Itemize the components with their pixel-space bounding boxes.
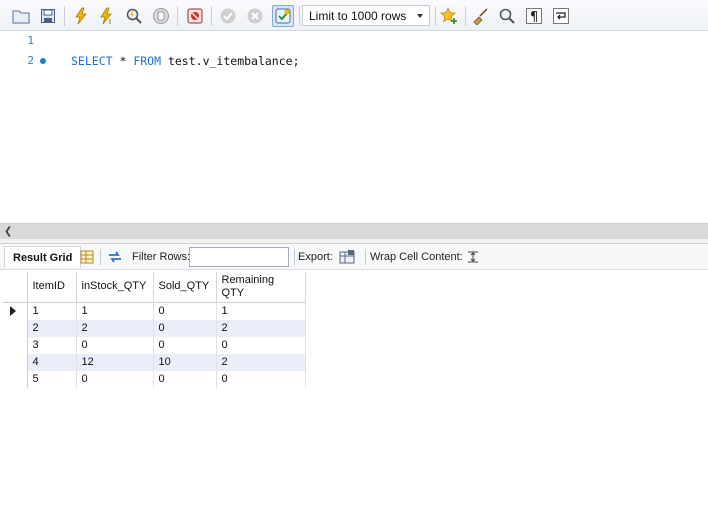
cell[interactable]: 0	[76, 370, 154, 388]
add-snippet-star-icon[interactable]	[438, 5, 460, 27]
result-grid: ItemID inStock_QTY Sold_QTY Remaining QT…	[0, 270, 708, 523]
export-icon[interactable]	[338, 248, 356, 266]
row-header[interactable]	[3, 370, 28, 388]
table-row[interactable]: 5 0 0 0	[3, 370, 306, 388]
word-wrap-icon[interactable]	[550, 5, 572, 27]
stop-on-error-icon[interactable]	[184, 5, 206, 27]
beautify-broom-icon[interactable]	[469, 5, 491, 27]
column-header-remaining-qty[interactable]: Remaining QTY	[216, 272, 306, 303]
rollback-cancel-icon[interactable]	[244, 5, 266, 27]
cell[interactable]: 0	[216, 336, 306, 354]
line-number: 2	[27, 54, 34, 67]
code-text: test.v_itembalance;	[161, 54, 300, 68]
header-row: ItemID inStock_QTY Sold_QTY Remaining QT…	[3, 272, 306, 303]
cell[interactable]: 4	[27, 353, 77, 371]
cell[interactable]: 3	[27, 336, 77, 354]
cell[interactable]: 2	[76, 319, 154, 337]
tab-result-grid[interactable]: Result Grid	[4, 246, 82, 268]
cell[interactable]: 1	[216, 302, 306, 320]
row-header[interactable]	[3, 302, 28, 320]
result-toolbar: Result Grid Filter Rows: Export: Wrap Ce…	[0, 244, 708, 270]
sql-statement[interactable]: SELECT * FROM test.v_itembalance;	[71, 54, 300, 68]
query-toolbar: I Limit to 1000 rows ¶	[0, 0, 708, 31]
row-header[interactable]	[3, 319, 28, 337]
table-row[interactable]: 4 12 10 2	[3, 353, 306, 371]
column-header-sold-qty[interactable]: Sold_QTY	[153, 272, 217, 303]
filter-rows-input[interactable]	[189, 247, 289, 267]
keyword-from: FROM	[133, 54, 162, 68]
explain-magnifier-icon[interactable]	[123, 5, 145, 27]
limit-rows-label: Limit to 1000 rows	[309, 9, 407, 23]
filter-rows-label: Filter Rows:	[132, 251, 191, 263]
scroll-left-icon[interactable]: ❮	[4, 227, 12, 237]
cell[interactable]: 0	[153, 302, 217, 320]
cell[interactable]: 2	[27, 319, 77, 337]
autocommit-toggle-icon[interactable]	[272, 5, 294, 27]
sql-editor[interactable]: 1 2 SELECT * FROM test.v_itembalance;	[0, 31, 708, 223]
refresh-arrows-icon[interactable]	[106, 248, 124, 266]
open-folder-icon[interactable]	[10, 5, 32, 27]
limit-rows-select[interactable]: Limit to 1000 rows	[302, 5, 430, 26]
cell[interactable]: 0	[216, 370, 306, 388]
column-header-itemid[interactable]: ItemID	[27, 272, 77, 303]
cell[interactable]: 1	[27, 302, 77, 320]
table-row[interactable]: 3 0 0 0	[3, 336, 306, 354]
table-row[interactable]: 1 1 0 1	[3, 302, 306, 320]
wrap-cell-toggle-icon[interactable]	[464, 248, 482, 266]
editor-horizontal-scrollbar[interactable]: ❮	[0, 223, 708, 239]
export-label: Export:	[298, 251, 333, 263]
form-editor-icon[interactable]	[78, 248, 96, 266]
wrap-cell-content-label: Wrap Cell Content:	[370, 251, 463, 263]
save-icon[interactable]	[37, 5, 59, 27]
svg-text:¶: ¶	[530, 10, 538, 25]
column-header-instock-qty[interactable]: inStock_QTY	[76, 272, 154, 303]
cell[interactable]: 1	[76, 302, 154, 320]
cell[interactable]: 5	[27, 370, 77, 388]
keyword-select: SELECT	[71, 54, 113, 68]
stop-hand-icon[interactable]	[150, 5, 172, 27]
cell[interactable]: 2	[216, 353, 306, 371]
execute-lightning-icon[interactable]	[70, 5, 92, 27]
table-row[interactable]: 2 2 0 2	[3, 319, 306, 337]
row-header-corner	[3, 272, 28, 303]
cell[interactable]: 10	[153, 353, 217, 371]
cell[interactable]: 2	[216, 319, 306, 337]
current-row-arrow-icon	[10, 305, 16, 316]
cell[interactable]: 0	[153, 336, 217, 354]
cell[interactable]: 0	[153, 319, 217, 337]
find-magnifier-icon[interactable]	[496, 5, 518, 27]
row-header[interactable]	[3, 353, 28, 371]
result-table: ItemID inStock_QTY Sold_QTY Remaining QT…	[3, 272, 306, 388]
code-text: *	[112, 54, 134, 68]
invisible-chars-pilcrow-icon[interactable]: ¶	[523, 5, 545, 27]
execute-current-icon[interactable]: I	[96, 5, 118, 27]
row-header[interactable]	[3, 336, 28, 354]
svg-text:I: I	[109, 19, 111, 25]
chevron-down-icon	[417, 14, 423, 18]
statement-marker-icon	[40, 58, 46, 64]
commit-check-icon[interactable]	[217, 5, 239, 27]
cell[interactable]: 0	[76, 336, 154, 354]
cell[interactable]: 12	[76, 353, 154, 371]
line-number: 1	[27, 34, 34, 47]
cell[interactable]: 0	[153, 370, 217, 388]
